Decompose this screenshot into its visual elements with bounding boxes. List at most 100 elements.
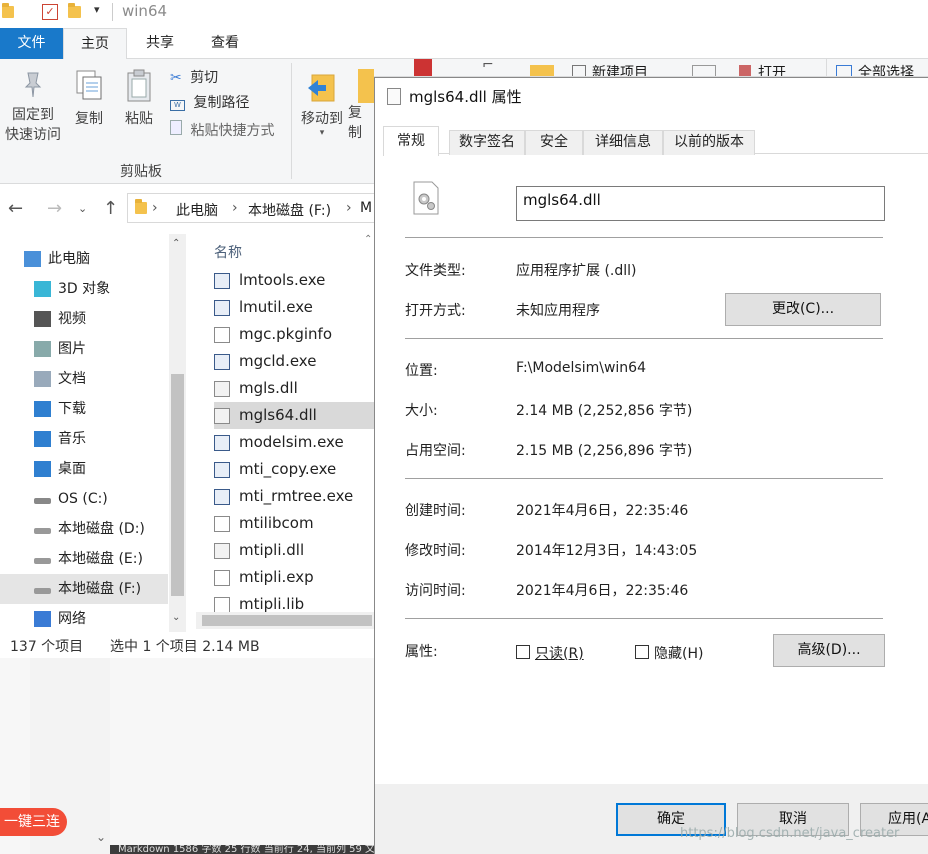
sidebar-item[interactable]: 下载 xyxy=(0,394,168,424)
advanced-button[interactable]: 高级(D)... xyxy=(773,634,885,667)
column-header-name[interactable]: 名称 xyxy=(214,242,242,262)
file-row[interactable]: modelsim.exe xyxy=(214,429,374,456)
breadcrumb-this-pc[interactable]: 此电脑 xyxy=(176,200,218,220)
tab-previous-versions[interactable]: 以前的版本 xyxy=(663,130,755,155)
tab-general[interactable]: 常规 xyxy=(383,126,439,156)
selection-info: 选中 1 个项目 2.14 MB xyxy=(110,639,260,655)
rename-icon[interactable]: ⌐ xyxy=(482,59,494,73)
separator xyxy=(405,618,883,619)
tab-share[interactable]: 共享 xyxy=(130,28,190,59)
file-row[interactable]: mgc.pkginfo xyxy=(214,321,374,348)
nav-scroll-thumb[interactable] xyxy=(171,374,184,596)
sidebar-item[interactable]: 音乐 xyxy=(0,424,168,454)
hidden-label[interactable]: 隐藏(H) xyxy=(654,643,703,663)
paste-button[interactable]: 粘贴 xyxy=(118,69,160,129)
properties-icon[interactable] xyxy=(692,65,716,76)
tab-digital-signatures[interactable]: 数字签名 xyxy=(449,130,525,155)
properties-check-icon[interactable]: ✓ xyxy=(42,4,58,20)
new-folder-icon[interactable] xyxy=(530,65,554,76)
new-item-button[interactable]: 新建项目 xyxy=(592,62,648,76)
file-name-input[interactable]: mgls64.dll xyxy=(516,186,885,221)
scroll-down-icon[interactable]: ⌄ xyxy=(172,612,180,623)
file-name: lmtools.exe xyxy=(239,271,326,289)
open-button[interactable]: 打开 xyxy=(758,62,786,76)
separator xyxy=(405,237,883,238)
drive-icon xyxy=(34,528,51,534)
file-row[interactable]: mtipli.exp xyxy=(214,564,374,591)
sidebar-item[interactable]: 3D 对象 xyxy=(0,274,168,304)
sidebar-item[interactable]: 文档 xyxy=(0,364,168,394)
breadcrumb-modelsim[interactable]: M xyxy=(360,200,372,216)
watermark: https://blog.csdn.net/java_creater xyxy=(680,826,900,841)
file-row[interactable]: mgls.dll xyxy=(214,375,374,402)
sidebar-item-label: 下载 xyxy=(58,401,86,417)
sidebar-item[interactable]: 本地磁盘 (D:) xyxy=(0,514,168,544)
copy-to-button[interactable]: 复制 xyxy=(348,69,374,143)
tab-file[interactable]: 文件 xyxy=(0,28,63,59)
scroll-down-arrow-icon[interactable]: ⌄ xyxy=(96,830,106,844)
forward-arrow-icon[interactable]: → xyxy=(47,198,62,219)
copy-button[interactable]: 复制 xyxy=(68,69,110,129)
new-folder-icon[interactable] xyxy=(68,3,81,18)
hscroll-thumb[interactable] xyxy=(202,615,372,626)
sidebar-item[interactable]: 本地磁盘 (E:) xyxy=(0,544,168,574)
back-arrow-icon[interactable]: ← xyxy=(8,198,23,219)
file-row[interactable]: mtipli.lib xyxy=(214,591,374,612)
hidden-checkbox[interactable] xyxy=(635,645,649,659)
customize-qat-icon[interactable]: ▾ xyxy=(94,3,100,16)
paste-shortcut-button[interactable]: 粘贴快捷方式 xyxy=(170,120,274,140)
file-name: mgcld.exe xyxy=(239,352,317,370)
sidebar-item[interactable]: 网络 xyxy=(0,604,168,634)
breadcrumb-drive-f[interactable]: 本地磁盘 (F:) xyxy=(248,200,331,220)
copy-icon xyxy=(76,70,102,100)
file-name: mtipli.exp xyxy=(239,568,314,586)
breadcrumb-separator-icon[interactable]: › xyxy=(346,200,352,216)
cut-label: 剪切 xyxy=(190,70,219,86)
tab-details[interactable]: 详细信息 xyxy=(583,130,663,155)
move-to-button[interactable]: 移动到 ▾ xyxy=(298,69,346,138)
delete-icon[interactable] xyxy=(414,59,432,76)
copy-label: 复制 xyxy=(75,111,103,127)
file-row[interactable]: mtipli.dll xyxy=(214,537,374,564)
tab-view[interactable]: 查看 xyxy=(195,28,255,59)
pin-quick-access-button[interactable]: 固定到 快速访问 xyxy=(2,69,64,145)
file-row[interactable]: lmutil.exe xyxy=(214,294,374,321)
file-row[interactable]: mti_copy.exe xyxy=(214,456,374,483)
file-icon xyxy=(214,435,230,451)
address-bar[interactable]: › 此电脑 › 本地磁盘 (F:) › M xyxy=(127,193,387,223)
file-list-hscrollbar[interactable] xyxy=(196,612,378,629)
file-icon xyxy=(214,273,230,289)
move-to-label: 移动到 xyxy=(301,111,343,127)
up-arrow-icon[interactable]: ↑ xyxy=(103,198,118,219)
breadcrumb-separator-icon[interactable]: › xyxy=(152,200,158,216)
change-button[interactable]: 更改(C)... xyxy=(725,293,881,326)
file-row[interactable]: lmtools.exe xyxy=(214,267,374,294)
readonly-label[interactable]: 只读(R) xyxy=(535,643,584,663)
dialog-footer: 确定 取消 应用(A) xyxy=(375,784,928,854)
file-row[interactable]: mtilibcom xyxy=(214,510,374,537)
sidebar-item[interactable]: OS (C:) xyxy=(0,484,168,514)
breadcrumb-separator-icon[interactable]: › xyxy=(232,200,238,216)
ribbon-partial: ⌐ 新建项目 打开 全部选择 xyxy=(374,59,928,77)
recent-locations-icon[interactable]: ⌄ xyxy=(78,202,87,215)
move-to-dropdown-icon: ▾ xyxy=(319,128,325,138)
documents-icon xyxy=(34,371,51,387)
nav-pane-scrollbar[interactable]: ⌃ ⌄ xyxy=(169,234,186,632)
file-row[interactable]: mti_rmtree.exe xyxy=(214,483,374,510)
sidebar-item[interactable]: 此电脑 xyxy=(0,244,168,274)
tab-security[interactable]: 安全 xyxy=(525,130,583,155)
sidebar-item[interactable]: 本地磁盘 (F:) xyxy=(0,574,168,604)
sidebar-item[interactable]: 图片 xyxy=(0,334,168,364)
sidebar-item-label: 视频 xyxy=(58,311,86,327)
tab-home[interactable]: 主页 xyxy=(63,28,127,60)
sidebar-item[interactable]: 桌面 xyxy=(0,454,168,484)
file-row[interactable]: mgcld.exe xyxy=(214,348,374,375)
readonly-checkbox[interactable] xyxy=(516,645,530,659)
scroll-up-icon[interactable]: ⌃ xyxy=(172,238,180,249)
select-all-button[interactable]: 全部选择 xyxy=(858,62,914,76)
cut-button[interactable]: ✂ 剪切 xyxy=(170,69,218,87)
file-row[interactable]: mgls64.dll xyxy=(214,402,374,429)
one-click-button[interactable]: 一键三连 xyxy=(0,808,67,836)
sidebar-item[interactable]: 视频 xyxy=(0,304,168,334)
copy-path-button[interactable]: W 复制路径 xyxy=(170,94,249,112)
